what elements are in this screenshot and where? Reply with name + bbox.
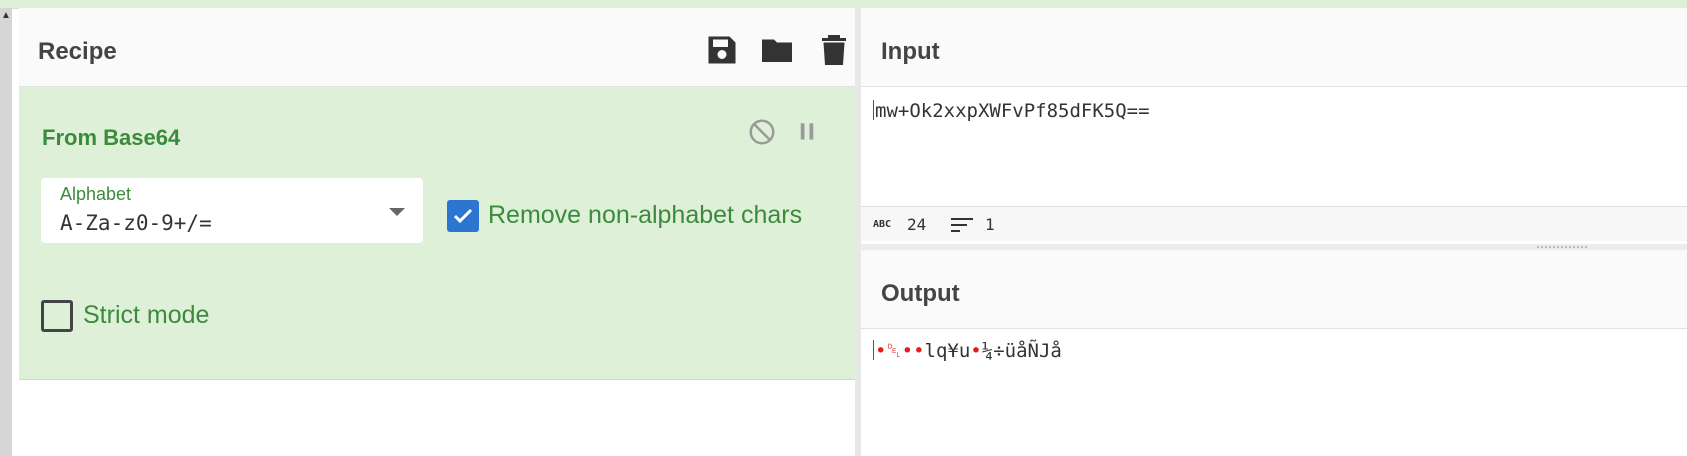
alphabet-label: Alphabet (60, 184, 132, 204)
output-header: Output (861, 250, 1687, 329)
output-control-glyph: • (970, 340, 982, 362)
input-title: Input (881, 38, 940, 65)
output-text-a: lq¥u (924, 340, 971, 362)
recipe-title: Recipe (38, 38, 117, 65)
lines-icon (951, 218, 973, 232)
recipe-header: Recipe (19, 8, 855, 87)
input-lines: 1 (985, 215, 995, 234)
input-status-bar: ABC 24 1 (861, 206, 1687, 241)
breakpoint-pause-icon[interactable] (792, 117, 822, 147)
strict-mode-checkbox[interactable] (41, 300, 73, 332)
input-textarea[interactable]: mw+Ok2xxpXWFvPf85dFK5Q== (873, 100, 1150, 122)
input-text: mw+Ok2xxpXWFvPf85dFK5Q== (875, 100, 1150, 122)
left-scrollbar[interactable]: ▲ (0, 8, 12, 456)
folder-icon[interactable] (759, 32, 795, 68)
input-length: 24 (907, 215, 927, 234)
disable-operation-icon[interactable] (747, 117, 777, 147)
remove-non-alphabet-checkbox[interactable] (447, 200, 479, 232)
text-cursor (873, 100, 874, 120)
strict-mode-label[interactable]: Strict mode (83, 301, 209, 330)
save-icon[interactable] (704, 32, 740, 68)
operation-from-base64[interactable]: From Base64 Alphabet A-Za-z0-9+/= Remove… (19, 87, 855, 380)
input-header: Input (861, 8, 1687, 87)
chevron-down-icon[interactable] (389, 208, 405, 216)
input-pane: Input mw+Ok2xxpXWFvPf85dFK5Q== ABC 24 1 (861, 8, 1687, 244)
scroll-up-arrow-icon[interactable]: ▲ (1, 10, 11, 21)
output-text-b: ¼÷üåÑJå (981, 340, 1062, 362)
output-cursor (873, 340, 874, 360)
operation-title: From Base64 (42, 125, 181, 150)
recipe-pane: Recipe From Base64 Alphabet A-Za-z0-9+/=… (19, 8, 855, 456)
output-pane: Output •␡••lq¥u•¼÷üåÑJå (861, 250, 1687, 456)
abc-length-icon: ABC (873, 219, 892, 230)
alphabet-select[interactable]: Alphabet A-Za-z0-9+/= (41, 178, 423, 243)
remove-non-alphabet-label[interactable]: Remove non-alphabet chars (488, 201, 802, 230)
output-title: Output (881, 280, 960, 307)
output-control-glyphs: •␡•• (875, 340, 925, 362)
checkmark-icon (453, 208, 473, 224)
trash-icon[interactable] (816, 32, 852, 68)
output-textarea[interactable]: •␡••lq¥u•¼÷üåÑJå (873, 340, 1062, 362)
alphabet-value: A-Za-z0-9+/= (60, 211, 212, 235)
